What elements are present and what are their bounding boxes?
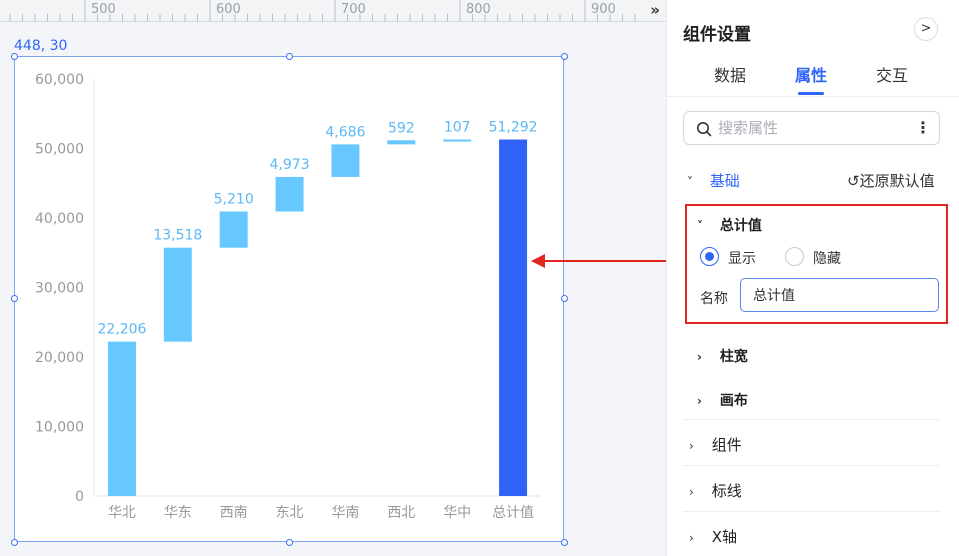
subsection-bar-width[interactable]: › 柱宽: [697, 346, 748, 366]
data-label: 22,206: [97, 322, 146, 338]
total-name-input[interactable]: [740, 278, 939, 312]
x-tick-label: 东北: [276, 505, 304, 521]
subsection-total-label: 总计值: [719, 218, 762, 234]
bar-3: [275, 176, 304, 212]
y-tick-label: 20,000: [35, 350, 84, 366]
section-markline[interactable]: › 标线: [689, 480, 742, 501]
bar-2: [219, 211, 248, 248]
divider: [683, 511, 940, 512]
radio-show-indicator: [700, 247, 719, 266]
search-input[interactable]: [718, 118, 908, 138]
data-label: 4,686: [325, 124, 365, 140]
radio-hide-label: 隐藏: [813, 251, 841, 267]
section-component-label: 组件: [711, 436, 742, 454]
data-label: 4,973: [270, 157, 310, 173]
data-label: 51,292: [489, 120, 538, 136]
bar-1: [163, 247, 192, 342]
radio-hide-indicator: [785, 247, 804, 266]
section-component[interactable]: › 组件: [689, 434, 742, 455]
search-icon: [697, 122, 712, 137]
y-tick-label: 50,000: [35, 142, 84, 158]
divider: [683, 465, 940, 466]
x-tick-label: 西南: [220, 505, 248, 521]
chevron-right-icon: ›: [697, 394, 702, 408]
section-markline-label: 标线: [711, 482, 742, 500]
section-basic-label: 基础: [709, 172, 740, 190]
divider: [683, 419, 940, 420]
bar-0: [107, 341, 136, 496]
x-tick-label: 西北: [387, 505, 415, 521]
x-tick-label: 华南: [331, 505, 359, 521]
bar-4: [331, 144, 360, 177]
chevron-down-icon: ˅: [687, 175, 693, 189]
resize-handle-bottom-right[interactable]: [561, 539, 568, 546]
total-name-label: 名称: [700, 291, 728, 307]
waterfall-chart: 0 10,000 20,000 30,000 40,000 50,000 60,000 22,…: [35, 72, 541, 521]
subsection-bar-width-label: 柱宽: [719, 349, 748, 365]
reset-defaults-label: 还原默认值: [859, 172, 935, 190]
y-tick-label: 30,000: [35, 281, 84, 297]
resize-handle-top-center[interactable]: [286, 53, 293, 60]
x-tick-label: 华北: [108, 505, 136, 521]
resize-handle-top-right[interactable]: [561, 53, 568, 60]
chevron-right-icon: ›: [689, 485, 694, 499]
resize-handle-top-left[interactable]: [11, 53, 18, 60]
y-tick-label: 60,000: [35, 72, 84, 88]
undo-icon: ↺: [847, 172, 860, 190]
data-label: 13,518: [153, 228, 202, 244]
bar-total: [499, 139, 528, 496]
settings-tabs: 数据 属性 交互: [667, 60, 959, 97]
resize-handle-middle-right[interactable]: [561, 295, 568, 302]
ruler-label-800: 800: [466, 2, 491, 17]
tab-properties[interactable]: 属性: [795, 62, 827, 86]
search-box: ⋮: [683, 111, 940, 145]
y-tick-label: 40,000: [35, 211, 84, 227]
radio-show-label: 显示: [728, 251, 756, 267]
component-settings-panel: 组件设置 > 数据 属性 交互 ⋮ ˅ 基础 ↺还原默认值 ˅ 总计值 显示 隐…: [666, 0, 959, 556]
chevron-right-icon: ›: [689, 439, 694, 453]
chevron-right-icon[interactable]: >: [914, 17, 938, 41]
double-chevron-right-icon[interactable]: »: [650, 1, 660, 19]
ruler-label-500: 500: [91, 2, 116, 17]
tab-data[interactable]: 数据: [714, 62, 746, 86]
y-tick-label: 10,000: [35, 420, 84, 436]
tab-interaction[interactable]: 交互: [876, 62, 908, 86]
ruler-label-700: 700: [341, 2, 366, 17]
chevron-right-icon: ›: [689, 531, 694, 545]
section-basic[interactable]: ˅ 基础: [687, 170, 740, 191]
active-tab-indicator: [798, 92, 824, 95]
chart-component[interactable]: 0 10,000 20,000 30,000 40,000 50,000 60,000 22,…: [14, 56, 564, 542]
ruler-label-600: 600: [216, 2, 241, 17]
section-x-axis-label: X轴: [711, 528, 738, 546]
horizontal-ruler: 500 600 700 800 900 »: [0, 0, 666, 22]
resize-handle-bottom-left[interactable]: [11, 539, 18, 546]
y-tick-label: 0: [75, 489, 84, 505]
data-label: 5,210: [214, 192, 254, 208]
data-label: 592: [388, 120, 415, 136]
section-x-axis[interactable]: › X轴: [689, 526, 737, 547]
x-tick-label: 华东: [164, 505, 192, 521]
more-vertical-icon[interactable]: ⋮: [915, 118, 931, 137]
panel-title: 组件设置: [683, 25, 751, 45]
subsection-canvas[interactable]: › 画布: [697, 390, 748, 410]
chevron-down-icon: ˅: [697, 219, 703, 233]
bar-6: [443, 139, 472, 142]
resize-handle-middle-left[interactable]: [11, 295, 18, 302]
bar-5: [387, 140, 416, 145]
ruler-label-900: 900: [591, 2, 616, 17]
subsection-total[interactable]: ˅ 总计值: [697, 215, 762, 235]
x-tick-label: 华中: [443, 505, 471, 521]
resize-handle-bottom-center[interactable]: [286, 539, 293, 546]
x-tick-label: 总计值: [492, 505, 534, 521]
reset-defaults-button[interactable]: ↺还原默认值: [847, 170, 935, 191]
data-label: 107: [444, 120, 471, 136]
chevron-right-icon: ›: [697, 350, 702, 364]
selection-coordinates: 448, 30: [14, 38, 68, 54]
subsection-canvas-label: 画布: [719, 393, 748, 409]
canvas-area[interactable]: 500 600 700 800 900 » 448, 30 0 10,000 20,…: [0, 0, 666, 556]
